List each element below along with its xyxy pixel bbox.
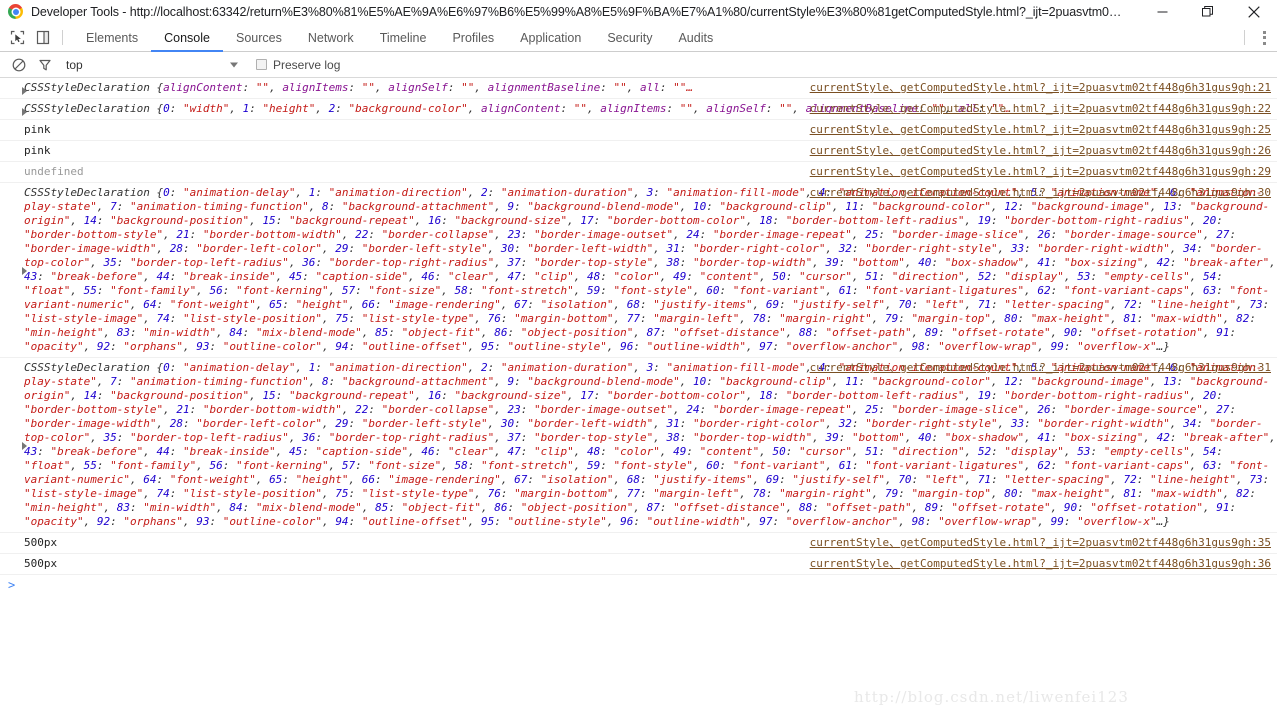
expand-arrow-icon[interactable] — [22, 108, 27, 116]
console-message-list[interactable]: CSSStyleDeclaration {alignContent: "", a… — [0, 78, 1277, 597]
preserve-log-checkbox[interactable] — [256, 59, 267, 70]
console-message-source-link[interactable]: currentStyle、getComputedStyle.html?_ijt=… — [810, 186, 1271, 200]
more-options-icon[interactable] — [1251, 25, 1277, 51]
console-message-text: CSSStyleDeclaration {0: "animation-delay… — [24, 361, 1276, 528]
tab-timeline[interactable]: Timeline — [367, 24, 440, 52]
window-title: Developer Tools - http://localhost:63342… — [31, 4, 1122, 19]
console-message[interactable]: undefined currentStyle、getComputedStyle.h… — [0, 162, 1277, 183]
console-message-source-link[interactable]: currentStyle、getComputedStyle.html?_ijt=… — [810, 81, 1271, 95]
console-message-text: pink — [24, 144, 51, 157]
console-message-source-link[interactable]: currentStyle、getComputedStyle.html?_ijt=… — [810, 536, 1271, 550]
chrome-logo-icon — [8, 4, 23, 19]
console-message-text: pink — [24, 123, 51, 136]
toolbar-right-group — [1238, 25, 1277, 51]
console-message[interactable]: 500px currentStyle、getComputedStyle.html?… — [0, 533, 1277, 554]
console-message[interactable]: CSSStyleDeclaration {0: "width", 1: "hei… — [0, 99, 1277, 120]
console-message-text: 500px — [24, 536, 58, 549]
inspect-element-icon[interactable] — [4, 25, 30, 51]
console-prompt[interactable]: > — [0, 575, 1277, 597]
maximize-button[interactable] — [1185, 0, 1231, 24]
execution-context-value: top — [66, 57, 83, 72]
prompt-chevron-icon: > — [8, 578, 16, 592]
watermark-text: http://blog.csdn.net/liwenfei123 — [854, 688, 1129, 706]
clear-console-icon[interactable] — [6, 53, 32, 77]
tab-security[interactable]: Security — [594, 24, 665, 52]
console-filter-bar: top Preserve log — [0, 52, 1277, 78]
console-message[interactable]: CSSStyleDeclaration {0: "animation-delay… — [0, 358, 1277, 533]
devtools-toolbar: Elements Console Sources Network Timelin… — [0, 24, 1277, 52]
filter-funnel-icon[interactable] — [32, 53, 58, 77]
chevron-down-icon — [230, 62, 238, 67]
window-titlebar: Developer Tools - http://localhost:63342… — [0, 0, 1277, 24]
console-message[interactable]: pink currentStyle、getComputedStyle.html?_… — [0, 120, 1277, 141]
console-message-text: undefined — [24, 165, 84, 178]
close-button[interactable] — [1231, 0, 1277, 24]
tab-sources[interactable]: Sources — [223, 24, 295, 52]
console-message[interactable]: pink currentStyle、getComputedStyle.html?_… — [0, 141, 1277, 162]
console-message-source-link[interactable]: currentStyle、getComputedStyle.html?_ijt=… — [810, 102, 1271, 116]
tab-elements[interactable]: Elements — [73, 24, 151, 52]
expand-arrow-icon[interactable] — [22, 441, 27, 450]
console-message-source-link[interactable]: currentStyle、getComputedStyle.html?_ijt=… — [810, 123, 1271, 137]
toolbar-divider-right — [1244, 30, 1245, 45]
console-message-source-link[interactable]: currentStyle、getComputedStyle.html?_ijt=… — [810, 557, 1271, 571]
tab-profiles[interactable]: Profiles — [439, 24, 507, 52]
expand-arrow-icon[interactable] — [22, 266, 27, 275]
console-message-text: CSSStyleDeclaration {0: "animation-delay… — [24, 186, 1276, 353]
tab-console[interactable]: Console — [151, 24, 223, 52]
tab-application[interactable]: Application — [507, 24, 594, 52]
devtools-window: Developer Tools - http://localhost:63342… — [0, 0, 1277, 721]
preserve-log-label: Preserve log — [273, 57, 341, 72]
console-message-source-link[interactable]: currentStyle、getComputedStyle.html?_ijt=… — [810, 361, 1271, 375]
toggle-device-toolbar-icon[interactable] — [30, 25, 56, 51]
minimize-button[interactable] — [1139, 0, 1185, 24]
expand-arrow-icon[interactable] — [22, 87, 27, 95]
console-message[interactable]: CSSStyleDeclaration {alignContent: "", a… — [0, 78, 1277, 99]
console-message-source-link[interactable]: currentStyle、getComputedStyle.html?_ijt=… — [810, 144, 1271, 158]
console-message-text: 500px — [24, 557, 58, 570]
console-message-text: CSSStyleDeclaration {alignContent: "", a… — [24, 81, 693, 94]
toolbar-divider — [62, 30, 63, 45]
tab-network[interactable]: Network — [295, 24, 367, 52]
preserve-log-toggle[interactable]: Preserve log — [256, 58, 340, 72]
execution-context-selector[interactable]: top — [66, 55, 244, 75]
window-controls — [1139, 0, 1277, 24]
console-message[interactable]: 500px currentStyle、getComputedStyle.html?… — [0, 554, 1277, 575]
devtools-tabs: Elements Console Sources Network Timelin… — [73, 24, 726, 52]
tab-audits[interactable]: Audits — [665, 24, 726, 52]
console-message[interactable]: CSSStyleDeclaration {0: "animation-delay… — [0, 183, 1277, 358]
console-message-source-link[interactable]: currentStyle、getComputedStyle.html?_ijt=… — [810, 165, 1271, 179]
